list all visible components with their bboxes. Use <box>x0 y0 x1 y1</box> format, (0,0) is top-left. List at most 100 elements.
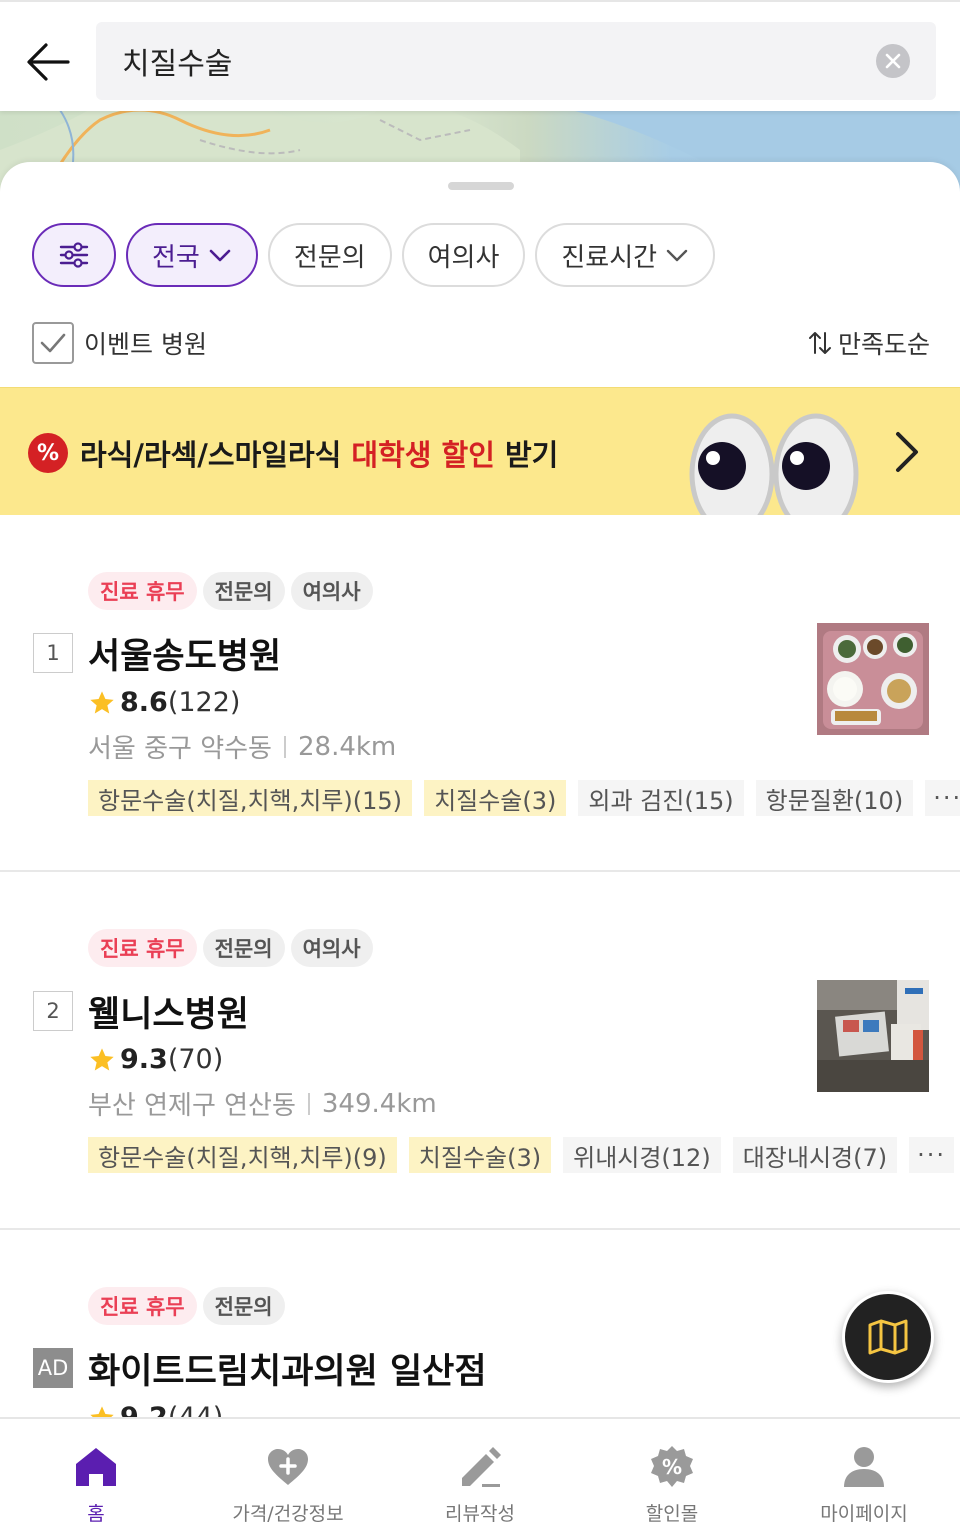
chevron-right-icon <box>896 432 918 472</box>
hospital-name[interactable]: 화이트드림치과의원 일산점 <box>88 1343 487 1394</box>
star-icon <box>90 690 114 713</box>
discount-icon: % <box>28 433 68 473</box>
search-header: 치질수술 <box>0 0 960 111</box>
hospital-name[interactable]: 웰니스병원 <box>88 986 249 1037</box>
rank-badge: 2 <box>33 991 73 1031</box>
sheet-drag-handle[interactable] <box>448 182 514 190</box>
nav-discount-mall[interactable]: % 할인몰 <box>576 1419 768 1534</box>
keyword-chip[interactable]: 항문수술(치질,치핵,치루)(15) <box>88 780 413 816</box>
hospital-name[interactable]: 서울송도병원 <box>88 628 281 679</box>
hospital-list-item[interactable]: 진료 휴무 전문의 여의사 2 웰니스병원 9.3 (70) 부산 연제구 연산… <box>0 872 960 1230</box>
filter-female-doctor[interactable]: 여의사 <box>401 223 526 287</box>
arrow-left-icon <box>27 43 70 81</box>
list-options: 이벤트 병원 만족도순 <box>32 320 930 366</box>
filter-hours-label: 진료시간 <box>561 242 658 273</box>
event-hospital-checkbox[interactable] <box>32 322 74 364</box>
star-icon <box>90 1047 114 1070</box>
hospital-distance: 349.4km <box>321 1088 437 1119</box>
map-icon <box>868 1319 908 1355</box>
promo-banner-text: 라식/라섹/스마일라식 대학생 할인 받기 <box>80 432 558 474</box>
eyes-mascot-icon <box>689 413 859 515</box>
keyword-list: 항문수술(치질,치핵,치루)(15) 치질수술(3) 외과 검진(15) 항문질… <box>88 780 960 816</box>
sort-arrows-icon <box>808 332 831 354</box>
person-icon <box>842 1445 886 1489</box>
female-doctor-badge: 여의사 <box>290 929 373 967</box>
search-query[interactable]: 치질수술 <box>122 39 876 83</box>
back-button[interactable] <box>22 36 74 88</box>
nav-home-label: 홈 <box>87 1503 105 1525</box>
hospital-location: 서울 중구 약수동 28.4km <box>88 728 396 765</box>
hospital-distance: 28.4km <box>297 731 397 762</box>
hospital-location: 부산 연제구 연산동 349.4km <box>88 1085 437 1122</box>
hospital-photo[interactable] <box>817 980 929 1092</box>
keyword-chip[interactable]: 항문질환(10) <box>755 780 914 816</box>
rank-badge: 1 <box>33 633 73 673</box>
specialist-badge: 전문의 <box>202 929 285 967</box>
promo-banner[interactable]: % 라식/라섹/스마일라식 대학생 할인 받기 <box>0 387 960 515</box>
promo-text-before: 라식/라섹/스마일라식 <box>80 438 352 472</box>
keyword-chip[interactable]: 치질수술(3) <box>424 780 567 816</box>
keyword-chip[interactable]: 치질수술(3) <box>408 1137 552 1173</box>
nav-write-review-label: 리뷰작성 <box>445 1503 515 1525</box>
nav-home[interactable]: 홈 <box>0 1419 192 1534</box>
closed-badge: 진료 휴무 <box>88 1287 197 1325</box>
map-view-button[interactable] <box>842 1291 934 1383</box>
female-doctor-badge: 여의사 <box>290 572 373 610</box>
event-hospital-toggle[interactable]: 이벤트 병원 <box>32 322 207 364</box>
pencil-icon <box>458 1445 502 1489</box>
filter-settings-button[interactable] <box>32 223 116 287</box>
more-keywords-button[interactable]: ··· <box>909 1137 954 1173</box>
rating-score: 8.6 <box>120 687 168 718</box>
sort-button[interactable]: 만족도순 <box>808 325 930 361</box>
hospital-list-item[interactable]: 진료 휴무 전문의 여의사 1 서울송도병원 8.6 (122) 서울 중구 약… <box>0 515 960 872</box>
nav-write-review[interactable]: 리뷰작성 <box>384 1419 576 1534</box>
divider <box>283 735 286 758</box>
specialist-badge: 전문의 <box>202 1287 285 1325</box>
food-tray-photo <box>817 623 929 735</box>
filter-bar: 전국 전문의 여의사 진료시간 <box>32 223 716 287</box>
filter-specialist-label: 전문의 <box>293 242 366 273</box>
svg-text:%: % <box>662 1455 682 1479</box>
promo-text-highlight: 대학생 할인 <box>351 438 495 472</box>
review-count: (70) <box>167 1044 224 1075</box>
keyword-chip[interactable]: 대장내시경(7) <box>732 1137 898 1173</box>
filter-region[interactable]: 전국 <box>126 223 258 287</box>
check-icon <box>40 333 66 353</box>
hospital-list-item-ad[interactable]: 진료 휴무 전문의 AD 화이트드림치과의원 일산점 9.2 (44) <box>0 1230 960 1433</box>
filter-hours[interactable]: 진료시간 <box>535 223 716 287</box>
chevron-down-icon <box>666 249 688 262</box>
close-icon <box>885 53 901 69</box>
clear-search-button[interactable] <box>876 44 910 78</box>
hospital-address: 부산 연제구 연산동 <box>88 1091 296 1121</box>
nav-price-health-label: 가격/건강정보 <box>232 1503 344 1525</box>
closed-badge: 진료 휴무 <box>88 929 197 967</box>
hospital-tags: 진료 휴무 전문의 여의사 <box>88 572 373 610</box>
keyword-chip[interactable]: 위내시경(12) <box>563 1137 721 1173</box>
closed-badge: 진료 휴무 <box>88 572 197 610</box>
more-keywords-button[interactable]: ··· <box>925 780 960 816</box>
rating-score: 9.3 <box>120 1044 168 1075</box>
nav-price-health[interactable]: 가격/건강정보 <box>192 1419 384 1534</box>
discount-badge-icon: % <box>650 1445 694 1489</box>
event-hospital-label: 이벤트 병원 <box>84 330 207 359</box>
chevron-down-icon <box>209 249 231 262</box>
nav-my-page[interactable]: 마이페이지 <box>768 1419 960 1534</box>
filter-specialist[interactable]: 전문의 <box>267 223 392 287</box>
search-input[interactable]: 치질수술 <box>96 22 936 100</box>
page: 치질수술 전국 전문의 여의사 진료시간 이벤트 병원 만족도순 % 라식/라섹… <box>0 0 960 1534</box>
keyword-chip[interactable]: 항문수술(치질,치핵,치루)(9) <box>88 1137 397 1173</box>
promo-text-after: 받기 <box>494 438 559 472</box>
hospital-tags: 진료 휴무 전문의 여의사 <box>88 929 373 967</box>
hospital-address: 서울 중구 약수동 <box>88 734 272 764</box>
keyword-list: 항문수술(치질,치핵,치루)(9) 치질수술(3) 위내시경(12) 대장내시경… <box>88 1137 954 1173</box>
hospital-photo[interactable] <box>817 623 929 735</box>
sliders-icon <box>59 242 89 268</box>
review-count: (122) <box>167 687 241 718</box>
sort-label: 만족도순 <box>837 330 930 359</box>
divider <box>307 1092 310 1115</box>
ad-badge: AD <box>33 1348 73 1388</box>
hospital-rating: 9.3 (70) <box>88 1044 223 1075</box>
filter-female-doctor-label: 여의사 <box>427 242 500 273</box>
keyword-chip[interactable]: 외과 검진(15) <box>578 780 744 816</box>
heart-plus-icon <box>266 1445 310 1489</box>
